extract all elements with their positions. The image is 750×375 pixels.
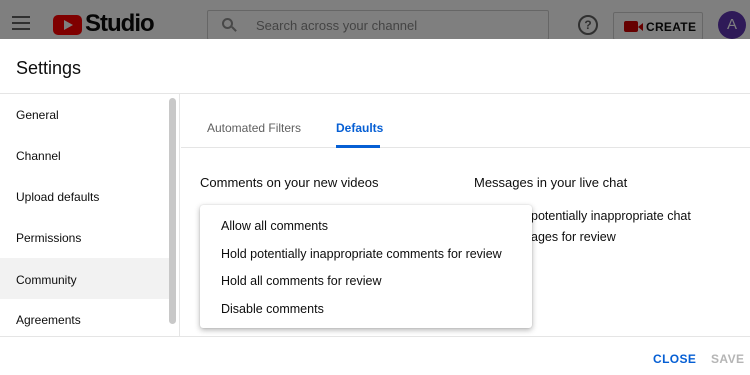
dropdown-option-allow-all[interactable]: Allow all comments [200,213,532,241]
dropdown-option-hold-inappropriate[interactable]: Hold potentially inappropriate comments … [200,241,532,269]
sidebar-item-channel[interactable]: Channel [0,135,170,176]
livechat-heading: Messages in your live chat [474,175,628,190]
settings-dialog: Settings General Channel Upload defaults… [0,39,750,375]
modal-backdrop [0,0,750,39]
settings-sidebar: General Channel Upload defaults Permissi… [0,94,180,336]
sidebar-item-upload-defaults[interactable]: Upload defaults [0,176,170,217]
sidebar-item-general[interactable]: General [0,94,170,135]
sidebar-scrollbar[interactable] [169,98,176,324]
dialog-title: Settings [16,58,82,78]
comments-dropdown-menu: Allow all comments Hold potentially inap… [200,205,532,328]
settings-tabs: Automated Filters Defaults [181,94,750,148]
dropdown-option-hold-all[interactable]: Hold all comments for review [200,268,532,296]
active-tab-indicator [336,145,380,148]
tab-automated-filters[interactable]: Automated Filters [207,121,301,135]
comments-heading: Comments on your new videos [200,175,379,190]
sidebar-item-permissions[interactable]: Permissions [0,217,170,258]
livechat-option-text-continued[interactable]: ages for review [531,230,616,244]
sidebar-item-agreements[interactable]: Agreements [0,299,170,336]
sidebar-item-community[interactable]: Community [0,258,170,299]
save-button[interactable]: SAVE [711,352,744,366]
close-button[interactable]: CLOSE [653,352,696,366]
divider [0,336,750,337]
dropdown-option-disable[interactable]: Disable comments [200,296,532,324]
tab-defaults[interactable]: Defaults [336,121,383,135]
livechat-option-text[interactable]: potentially inappropriate chat [531,209,691,223]
